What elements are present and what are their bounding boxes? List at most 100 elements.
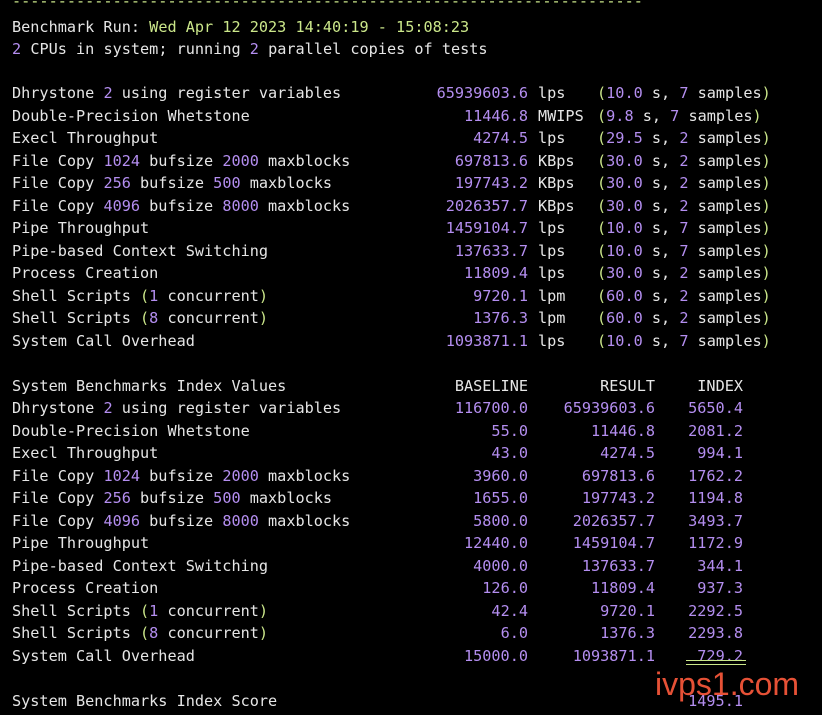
index-row-name: Double-Precision Whetstone xyxy=(12,420,250,442)
name-part: Shell Scripts xyxy=(12,309,141,327)
index-value: 3493.7 xyxy=(688,511,743,530)
name-part: Pipe-based Context Switching xyxy=(12,241,269,260)
index-row-name: File Copy 4096 bufsize 8000 maxblocks xyxy=(12,510,350,532)
index-row-name: Pipe-based Context Switching xyxy=(12,555,268,577)
result-value: 9720.1 xyxy=(473,286,528,305)
seconds-label: s, xyxy=(642,309,680,327)
seconds-value: 9.8 xyxy=(606,106,634,125)
result-unit: lps xyxy=(538,331,566,350)
baseline-value: 4000.0 xyxy=(473,556,528,575)
index-row-name: System Call Overhead xyxy=(12,645,195,667)
result-samples: (10.0 s, 7 samples) xyxy=(597,330,771,352)
result-value: 1459104.7 xyxy=(445,219,528,237)
samples-label: samples xyxy=(688,219,762,237)
name-part: 2 xyxy=(103,399,113,417)
result-value: 1093871.1 xyxy=(445,331,528,350)
baseline-value: 15000.0 xyxy=(463,646,528,665)
col-result-header: RESULT xyxy=(600,377,655,395)
seconds-value: 10.0 xyxy=(606,241,643,260)
index-row-name: Shell Scripts (8 concurrent) xyxy=(12,622,268,644)
seconds-label: s, xyxy=(633,106,671,125)
result-value: 4274.5 xyxy=(600,444,655,462)
cpus-text-2: parallel copies of tests xyxy=(268,40,488,58)
name-part: bufsize xyxy=(140,151,223,170)
paren-close: ) xyxy=(761,241,771,260)
paren-open: ( xyxy=(597,219,607,237)
result-samples: (60.0 s, 2 samples) xyxy=(597,285,771,307)
result-value: 1093871.1 xyxy=(572,646,655,665)
index-row-name: Dhrystone 2 using register variables xyxy=(12,397,341,419)
name-part: File Copy xyxy=(12,196,104,215)
result-unit: lps xyxy=(538,264,566,282)
seconds-label: s, xyxy=(642,241,680,260)
samples-label: samples xyxy=(679,106,753,125)
name-part: maxblocks xyxy=(240,174,333,192)
col-baseline-header: BASELINE xyxy=(454,377,528,395)
baseline-value: 42.4 xyxy=(491,601,528,620)
name-part: ) xyxy=(258,624,269,642)
index-row-name: File Copy 256 bufsize 500 maxblocks xyxy=(12,487,332,509)
paren-open: ( xyxy=(597,309,607,327)
name-part: 500 xyxy=(213,174,241,192)
paren-open: ( xyxy=(597,264,607,282)
name-part: using register variables xyxy=(112,399,342,417)
index-value: 2293.8 xyxy=(688,624,743,642)
index-title: System Benchmarks Index Values xyxy=(12,377,287,395)
samples-label: samples xyxy=(688,309,762,327)
name-part: 8000 xyxy=(222,196,259,215)
name-part: 8 xyxy=(149,624,159,642)
paren-open: ( xyxy=(597,151,607,170)
result-value: 137633.7 xyxy=(581,556,655,575)
paren-close: ) xyxy=(761,129,771,147)
paren-open: ( xyxy=(597,174,607,192)
result-row-name: File Copy 256 bufsize 500 maxblocks xyxy=(12,172,332,194)
name-part: Pipe Throughput xyxy=(12,534,150,552)
seconds-value: 30.0 xyxy=(606,264,643,282)
col-index-header: INDEX xyxy=(697,377,743,395)
name-part: maxblocks xyxy=(258,151,351,170)
result-unit: KBps xyxy=(538,174,575,192)
result-unit: lpm xyxy=(538,286,566,305)
name-part: File Copy xyxy=(12,511,104,530)
name-part: 256 xyxy=(103,489,131,507)
index-value: 1194.8 xyxy=(688,489,743,507)
seconds-value: 30.0 xyxy=(606,151,643,170)
paren-open: ( xyxy=(597,106,607,125)
result-value: 2026357.7 xyxy=(445,196,528,215)
index-value: 344.1 xyxy=(697,556,743,575)
name-part: 8000 xyxy=(222,511,259,530)
seconds-value: 30.0 xyxy=(606,196,643,215)
seconds-label: s, xyxy=(642,196,680,215)
baseline-value: 6.0 xyxy=(500,624,528,642)
baseline-value: 43.0 xyxy=(491,444,528,462)
seconds-label: s, xyxy=(642,264,680,282)
paren-open: ( xyxy=(597,241,607,260)
name-part: Shell Scripts xyxy=(12,624,141,642)
name-part: 1024 xyxy=(103,151,141,170)
index-value: 2081.2 xyxy=(688,421,743,440)
paren-close: ) xyxy=(761,151,771,170)
paren-close: ) xyxy=(761,331,771,350)
paren-close: ) xyxy=(761,264,771,282)
samples-label: samples xyxy=(688,241,762,260)
name-part: Pipe Throughput xyxy=(12,219,150,237)
result-row-name: Execl Throughput xyxy=(12,127,158,149)
name-part: bufsize xyxy=(130,489,214,507)
name-part: ) xyxy=(258,286,269,305)
name-part: 2 xyxy=(103,84,113,102)
name-part: bufsize xyxy=(130,174,214,192)
paren-open: ( xyxy=(597,129,607,147)
name-part: ) xyxy=(258,309,269,327)
paren-open: ( xyxy=(597,286,607,305)
seconds-value: 29.5 xyxy=(606,129,643,147)
name-part: File Copy xyxy=(12,174,104,192)
result-value: 65939603.6 xyxy=(436,84,528,102)
result-value: 11446.8 xyxy=(463,106,528,125)
name-part: 1 xyxy=(149,601,159,620)
name-part: Execl Throughput xyxy=(12,129,159,147)
seconds-label: s, xyxy=(642,331,680,350)
samples-label: samples xyxy=(688,129,762,147)
index-value: 994.1 xyxy=(697,444,743,462)
result-unit: lps xyxy=(538,241,566,260)
name-part: 2000 xyxy=(222,151,259,170)
